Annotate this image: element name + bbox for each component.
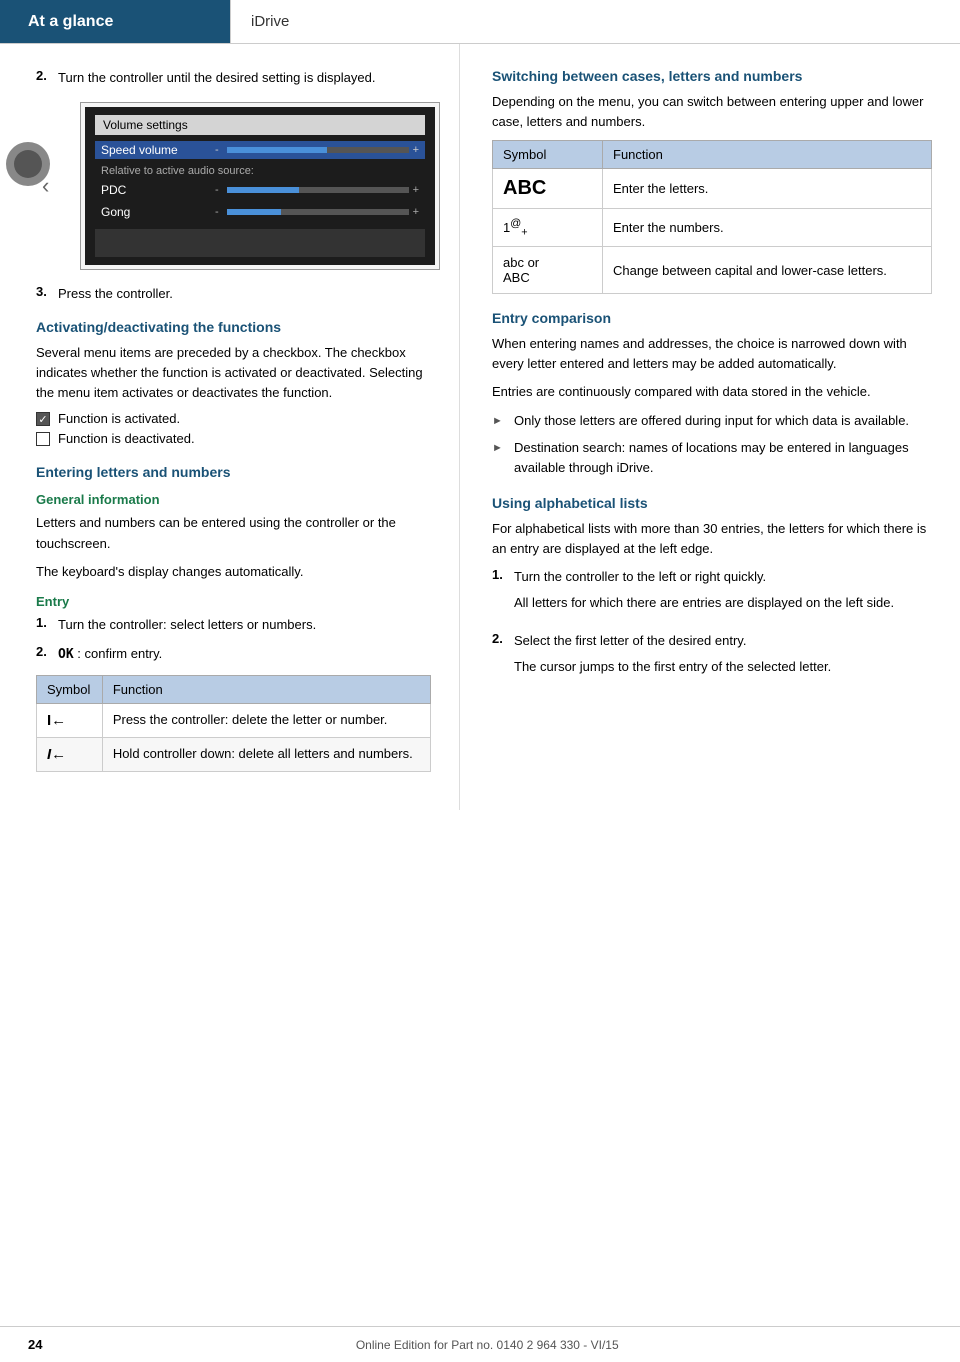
- general-body2: The keyboard's display changes automatic…: [36, 562, 431, 582]
- entry-symbol-1: I←: [37, 703, 103, 737]
- entry-function-1: Press the controller: delete the letter …: [102, 703, 430, 737]
- screen-title: Volume settings: [95, 115, 425, 135]
- alpha-step2: 2. Select the first letter of the desire…: [492, 631, 932, 685]
- checkbox-unchecked-icon: [36, 432, 50, 446]
- bullet-item-1: ► Only those letters are offered during …: [492, 411, 932, 431]
- entry-comparison-body2: Entries are continuously compared with d…: [492, 382, 932, 402]
- main-content: 2. Turn the controller until the desired…: [0, 44, 960, 810]
- entering-section-heading: Entering letters and numbers: [36, 464, 431, 480]
- entry-symbol-2: I←: [37, 737, 103, 771]
- entry-subheading: Entry: [36, 594, 431, 609]
- left-column: 2. Turn the controller until the desired…: [0, 44, 460, 810]
- checkbox-deactivated: Function is deactivated.: [36, 431, 431, 446]
- activating-body: Several menu items are preceded by a che…: [36, 343, 431, 403]
- entry-comparison-heading: Entry comparison: [492, 310, 932, 326]
- switching-heading: Switching between cases, letters and num…: [492, 68, 932, 84]
- footer: 24 Online Edition for Part no. 0140 2 96…: [0, 1326, 960, 1362]
- alpha-step1: 1. Turn the controller to the left or ri…: [492, 567, 932, 621]
- bullet-arrow-icon: ►: [492, 411, 508, 431]
- entry-step2: 2. OK : confirm entry.: [36, 644, 431, 665]
- switching-symbol-cases: abc orABC: [493, 247, 603, 294]
- footer-center-text: Online Edition for Part no. 0140 2 964 3…: [356, 1338, 619, 1352]
- screen-divider: Relative to active audio source:: [101, 165, 419, 177]
- checkbox-activated: ✓ Function is activated.: [36, 411, 431, 426]
- page-number: 24: [28, 1337, 42, 1352]
- left-arrow-icon: ‹: [42, 173, 49, 199]
- activating-section-heading: Activating/deactivating the functions: [36, 319, 431, 335]
- screen-row-gong: Gong - +: [95, 203, 425, 221]
- general-body1: Letters and numbers can be entered using…: [36, 513, 431, 553]
- entry-function-2: Hold controller down: delete all letters…: [102, 737, 430, 771]
- tab-idrive[interactable]: iDrive: [230, 0, 309, 43]
- switching-function-1: Enter the letters.: [603, 169, 932, 209]
- table-row: I← Press the controller: delete the lett…: [37, 703, 431, 737]
- switching-symbol-numbers: 1@+: [493, 209, 603, 247]
- screen-row-speed-volume: Speed volume - +: [95, 141, 425, 159]
- switching-table-col2: Function: [603, 141, 932, 169]
- bullet-item-2: ► Destination search: names of locations…: [492, 438, 932, 477]
- entry-table-col1: Symbol: [37, 675, 103, 703]
- alphabetical-body: For alphabetical lists with more than 30…: [492, 519, 932, 559]
- screen-mockup: Volume settings Speed volume - + Relativ…: [80, 102, 440, 270]
- entry-table-col2: Function: [102, 675, 430, 703]
- switching-table-col1: Symbol: [493, 141, 603, 169]
- alphabetical-heading: Using alphabetical lists: [492, 495, 932, 511]
- step-2: 2. Turn the controller until the desired…: [36, 68, 431, 88]
- switching-symbol-abc: ABC: [493, 169, 603, 209]
- table-row: 1@+ Enter the numbers.: [493, 209, 932, 247]
- tab-at-a-glance[interactable]: At a glance: [0, 0, 230, 43]
- bullet-arrow-icon: ►: [492, 438, 508, 477]
- switching-function-3: Change between capital and lower-case le…: [603, 247, 932, 294]
- entry-table: Symbol Function I← Press the controller:…: [36, 675, 431, 772]
- switching-body: Depending on the menu, you can switch be…: [492, 92, 932, 132]
- entry-step1: 1. Turn the controller: select letters o…: [36, 615, 431, 635]
- entry-comparison-body1: When entering names and addresses, the c…: [492, 334, 932, 374]
- table-row: abc orABC Change between capital and low…: [493, 247, 932, 294]
- table-row: I← Hold controller down: delete all lett…: [37, 737, 431, 771]
- header: At a glance iDrive: [0, 0, 960, 44]
- alpha-step1-sub: All letters for which there are entries …: [514, 593, 894, 613]
- switching-table: Symbol Function ABC Enter the letters. 1…: [492, 140, 932, 294]
- right-column: Switching between cases, letters and num…: [460, 44, 960, 810]
- general-info-subheading: General information: [36, 492, 431, 507]
- alpha-step2-sub: The cursor jumps to the first entry of t…: [514, 657, 831, 677]
- table-row: ABC Enter the letters.: [493, 169, 932, 209]
- screen-row-pdc: PDC - +: [95, 181, 425, 199]
- checkbox-checked-icon: ✓: [36, 412, 50, 426]
- step-3: 3. Press the controller.: [36, 284, 431, 304]
- switching-function-2: Enter the numbers.: [603, 209, 932, 247]
